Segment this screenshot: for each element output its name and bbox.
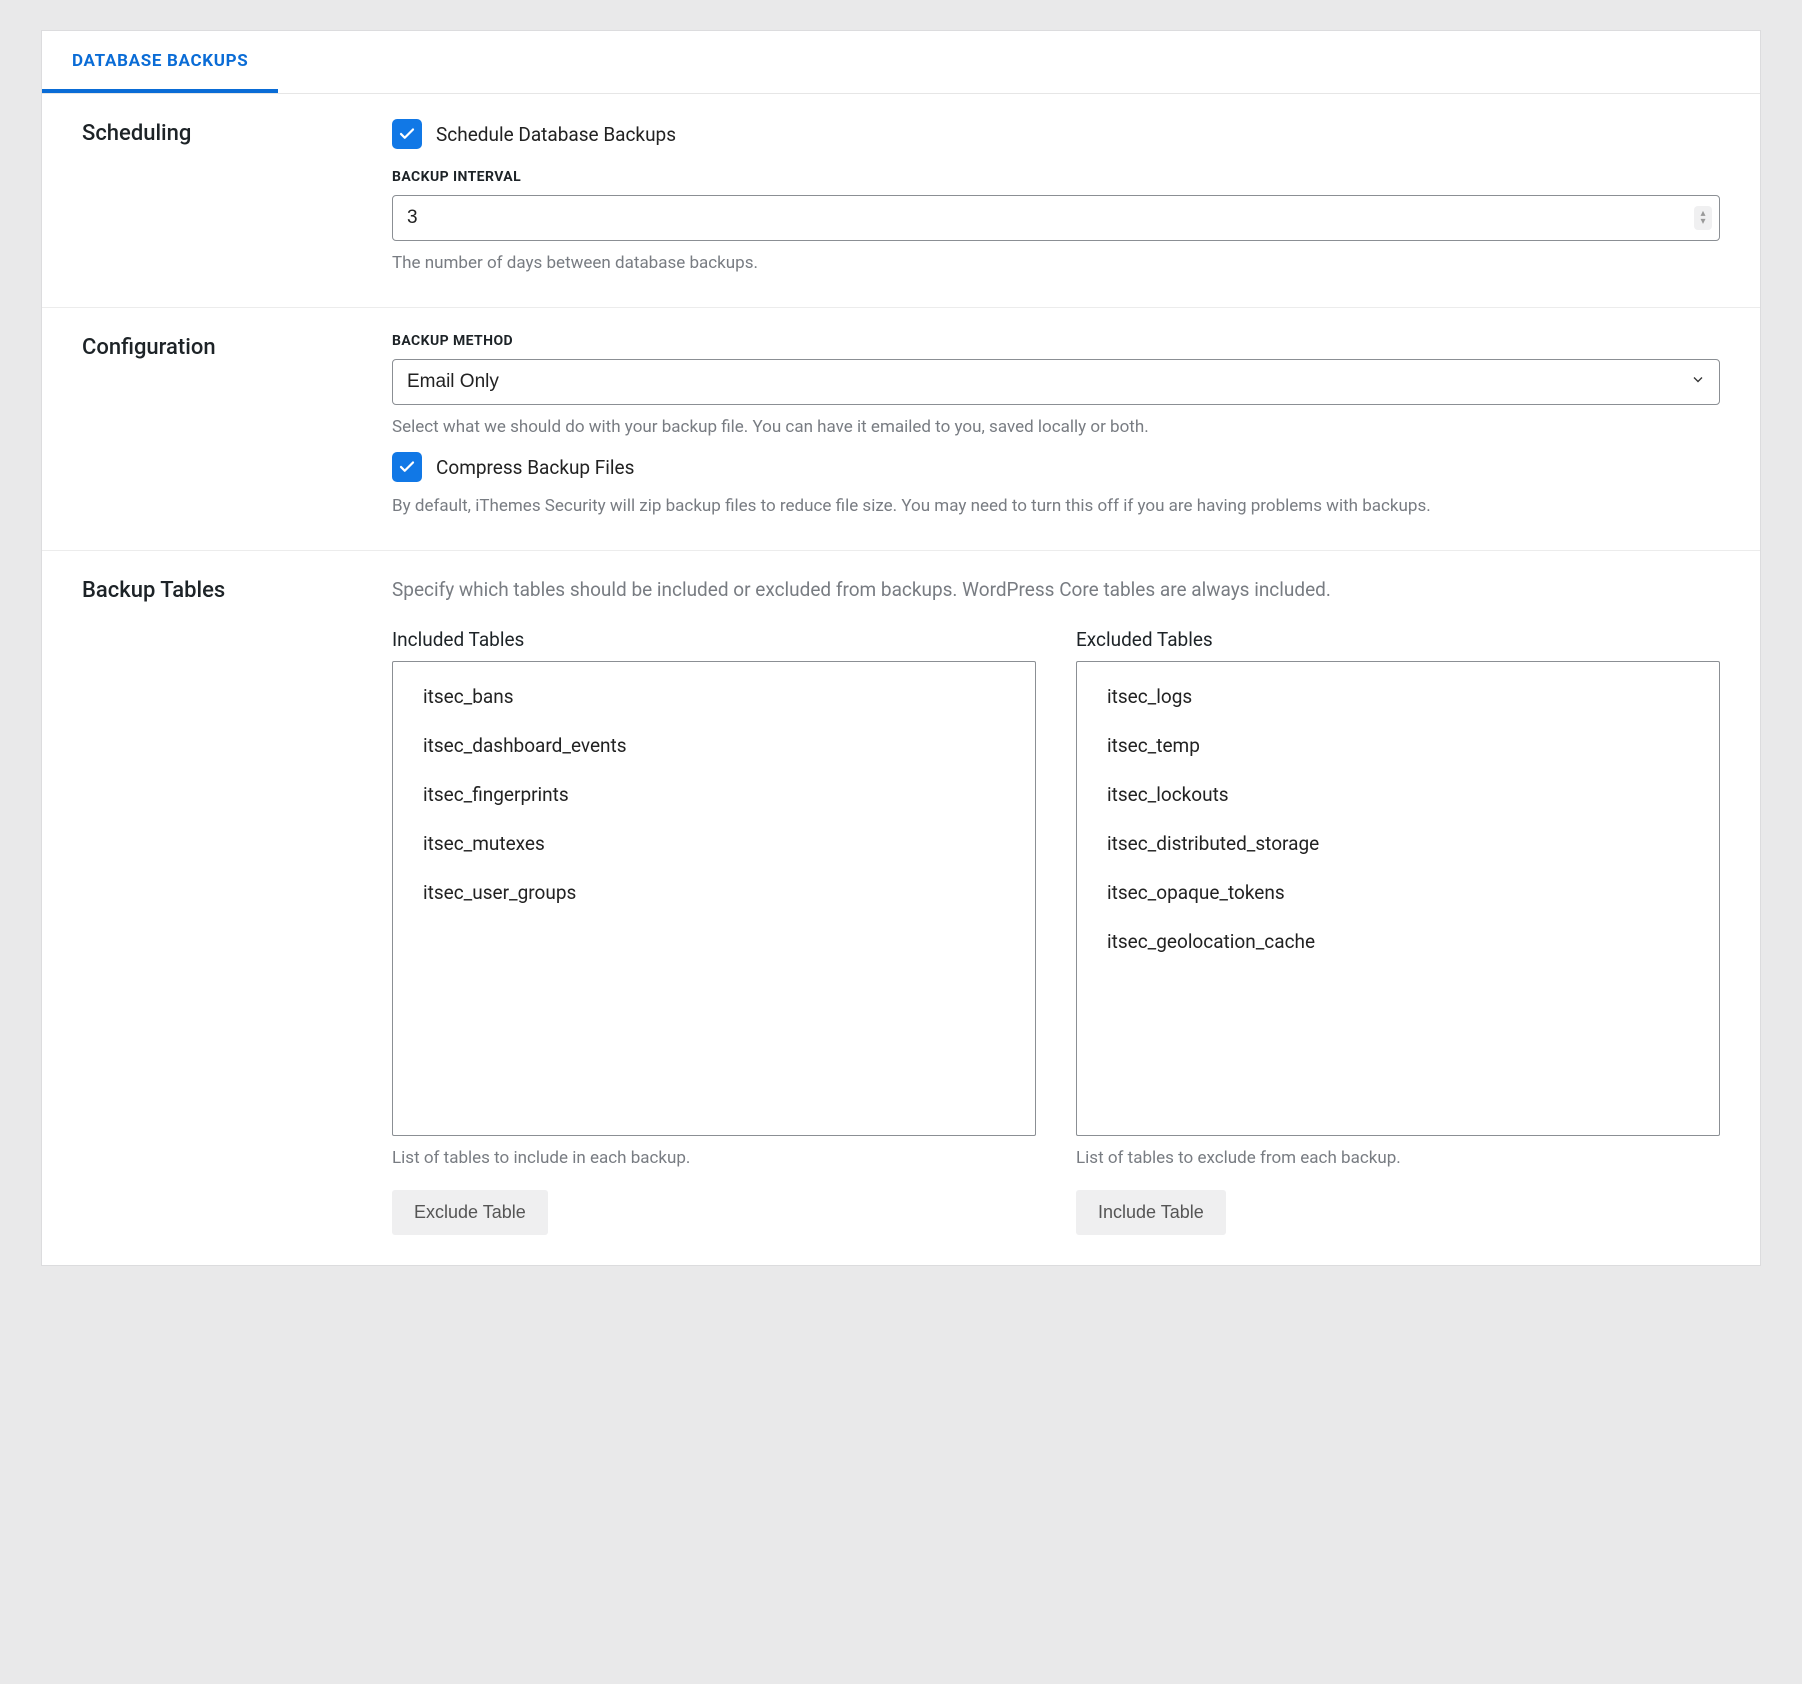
checkmark-icon: [398, 125, 416, 143]
backup-method-help: Select what we should do with your backu…: [392, 415, 1720, 441]
excluded-tables-listbox[interactable]: itsec_logsitsec_tempitsec_lockoutsitsec_…: [1076, 661, 1720, 1136]
list-item[interactable]: itsec_user_groups: [393, 868, 1035, 917]
section-title-configuration: Configuration: [82, 333, 392, 520]
settings-panel: DATABASE BACKUPS Scheduling Schedule Dat…: [41, 30, 1761, 1266]
section-title-backup-tables: Backup Tables: [82, 576, 392, 1235]
include-table-button[interactable]: Include Table: [1076, 1190, 1226, 1235]
tab-bar: DATABASE BACKUPS: [42, 31, 1760, 94]
section-body-configuration: BACKUP METHOD Email Only Select what we …: [392, 333, 1720, 520]
schedule-backups-checkbox[interactable]: [392, 119, 422, 149]
compress-backup-label: Compress Backup Files: [436, 456, 634, 479]
list-item[interactable]: itsec_fingerprints: [393, 770, 1035, 819]
included-tables-heading: Included Tables: [392, 628, 1036, 651]
included-tables-help: List of tables to include in each backup…: [392, 1146, 1036, 1172]
backup-method-select[interactable]: Email Only: [392, 359, 1720, 405]
tables-row: Included Tables itsec_bansitsec_dashboar…: [392, 628, 1720, 1235]
list-item[interactable]: itsec_distributed_storage: [1077, 819, 1719, 868]
included-tables-listbox[interactable]: itsec_bansitsec_dashboard_eventsitsec_fi…: [392, 661, 1036, 1136]
exclude-table-button[interactable]: Exclude Table: [392, 1190, 548, 1235]
compress-backup-help: By default, iThemes Security will zip ba…: [392, 494, 1720, 520]
checkmark-icon: [398, 458, 416, 476]
backup-method-label: BACKUP METHOD: [392, 333, 1720, 349]
backup-interval-input[interactable]: [392, 195, 1720, 241]
excluded-tables-heading: Excluded Tables: [1076, 628, 1720, 651]
included-tables-col: Included Tables itsec_bansitsec_dashboar…: [392, 628, 1036, 1235]
backup-interval-help: The number of days between database back…: [392, 251, 1720, 277]
tab-database-backups[interactable]: DATABASE BACKUPS: [42, 31, 278, 93]
backup-method-wrap: Email Only: [392, 359, 1720, 405]
section-scheduling: Scheduling Schedule Database Backups BAC…: [42, 94, 1760, 308]
excluded-tables-help: List of tables to exclude from each back…: [1076, 1146, 1720, 1172]
backup-interval-wrap: ▴▾: [392, 195, 1720, 241]
list-item[interactable]: itsec_temp: [1077, 721, 1719, 770]
list-item[interactable]: itsec_mutexes: [393, 819, 1035, 868]
section-configuration: Configuration BACKUP METHOD Email Only S…: [42, 308, 1760, 551]
excluded-tables-col: Excluded Tables itsec_logsitsec_tempitse…: [1076, 628, 1720, 1235]
section-backup-tables: Backup Tables Specify which tables shoul…: [42, 551, 1760, 1265]
schedule-backups-row: Schedule Database Backups: [392, 119, 1720, 149]
schedule-backups-label: Schedule Database Backups: [436, 123, 676, 146]
list-item[interactable]: itsec_logs: [1077, 672, 1719, 721]
list-item[interactable]: itsec_lockouts: [1077, 770, 1719, 819]
list-item[interactable]: itsec_dashboard_events: [393, 721, 1035, 770]
number-stepper-icon[interactable]: ▴▾: [1694, 206, 1712, 230]
list-item[interactable]: itsec_geolocation_cache: [1077, 917, 1719, 966]
list-item[interactable]: itsec_opaque_tokens: [1077, 868, 1719, 917]
compress-backup-row: Compress Backup Files: [392, 452, 1720, 482]
backup-interval-label: BACKUP INTERVAL: [392, 169, 1720, 185]
section-body-scheduling: Schedule Database Backups BACKUP INTERVA…: [392, 119, 1720, 277]
section-body-backup-tables: Specify which tables should be included …: [392, 576, 1720, 1235]
list-item[interactable]: itsec_bans: [393, 672, 1035, 721]
backup-tables-intro: Specify which tables should be included …: [392, 576, 1720, 605]
section-title-scheduling: Scheduling: [82, 119, 392, 277]
compress-backup-checkbox[interactable]: [392, 452, 422, 482]
